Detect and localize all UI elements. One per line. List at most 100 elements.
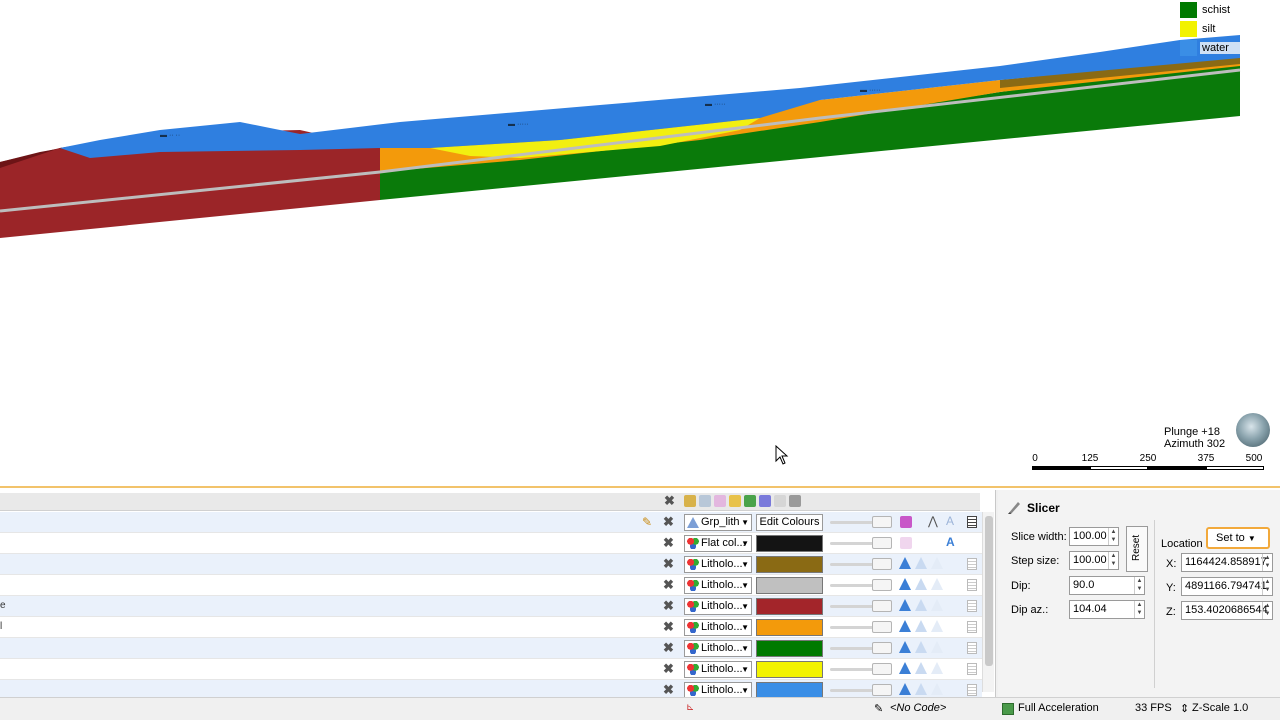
view-globe-icon[interactable] — [1236, 413, 1270, 447]
pencil-icon[interactable]: ✎ — [642, 515, 652, 529]
properties-icon[interactable] — [967, 600, 977, 612]
colour-mode-dropdown[interactable]: Litholo... ▼ — [684, 556, 752, 573]
opacity-slider[interactable] — [830, 516, 892, 528]
x-input[interactable]: 1164424.858917 ▲ ▼ — [1181, 553, 1273, 572]
label-icon[interactable]: A — [946, 514, 954, 528]
points-icon[interactable] — [931, 578, 943, 590]
spinner-arrows[interactable]: ▲ ▼ — [1134, 577, 1144, 594]
surface-icon[interactable] — [899, 557, 911, 569]
colour-swatch[interactable] — [756, 598, 823, 615]
slider-knob[interactable] — [872, 642, 892, 654]
colour-swatch[interactable] — [756, 535, 823, 552]
code-status[interactable]: <No Code> — [890, 702, 946, 714]
points-icon[interactable] — [931, 557, 943, 569]
surface-icon[interactable] — [899, 620, 911, 632]
spinner-arrows[interactable]: ▲ ▼ — [1262, 602, 1272, 619]
colour-swatch[interactable] — [756, 619, 823, 636]
slider-knob[interactable] — [872, 558, 892, 570]
z-input[interactable]: 153.4020686544 ▲ ▼ — [1181, 601, 1273, 620]
opacity-slider[interactable] — [830, 621, 892, 633]
layer-row[interactable]: l ✖ Litholo... ▼ — [0, 617, 982, 638]
colour-swatch[interactable] — [756, 640, 823, 657]
slider-knob[interactable] — [872, 579, 892, 591]
mesh-icon[interactable] — [915, 578, 927, 590]
toolbar-icon-7[interactable] — [774, 495, 786, 507]
spinner-arrows[interactable]: ▲ ▼ — [1108, 528, 1118, 545]
properties-icon[interactable] — [967, 558, 977, 570]
surface-icon[interactable] — [899, 662, 911, 674]
zscale-icon[interactable]: ⇕ — [1180, 702, 1189, 715]
dip-input[interactable]: 90.0 ▲ ▼ — [1069, 576, 1145, 595]
toolbar-icon-2[interactable] — [699, 495, 711, 507]
points-icon[interactable] — [931, 620, 943, 632]
properties-icon[interactable] — [967, 684, 977, 696]
properties-icon[interactable] — [967, 516, 977, 528]
spinner-arrows[interactable]: ▲ ▼ — [1262, 578, 1272, 595]
properties-icon[interactable] — [967, 663, 977, 675]
reset-button[interactable]: Reset — [1126, 526, 1148, 572]
opacity-slider[interactable] — [830, 579, 892, 591]
colour-mode-dropdown[interactable]: Litholo... ▼ — [684, 640, 752, 657]
layer-row[interactable]: ✖ Litholo... ▼ — [0, 554, 982, 575]
step-size-input[interactable]: 100.00 ▲ ▼ — [1069, 551, 1119, 570]
remove-layer-icon[interactable]: ✖ — [663, 661, 674, 677]
slider-knob[interactable] — [872, 684, 892, 696]
opacity-slider[interactable] — [830, 642, 892, 654]
toolbar-icon-8[interactable] — [789, 495, 801, 507]
slider-knob[interactable] — [872, 600, 892, 612]
colour-swatch[interactable] — [756, 661, 823, 678]
surface-icon[interactable] — [899, 599, 911, 611]
layer-row[interactable]: ✖ Litholo... ▼ — [0, 638, 982, 659]
scene-viewport[interactable]: ▬ ·· ·· ▬ ····· ▬ ····· ▬ ····· schist s… — [0, 0, 1280, 488]
points-icon[interactable] — [931, 641, 943, 653]
surface-icon[interactable] — [899, 683, 911, 695]
slider-knob[interactable] — [872, 621, 892, 633]
layer-row[interactable]: ✖ Litholo... ▼ — [0, 659, 982, 680]
surface-icon[interactable] — [899, 641, 911, 653]
surface-icon[interactable] — [899, 578, 911, 590]
colour-swatch[interactable] — [756, 577, 823, 594]
shader-icon[interactable] — [900, 537, 912, 549]
slider-knob[interactable] — [872, 537, 892, 549]
opacity-slider[interactable] — [830, 558, 892, 570]
slice-width-input[interactable]: 100.00 ▲ ▼ — [1069, 527, 1119, 546]
acceleration-status[interactable]: Full Acceleration — [1018, 702, 1099, 714]
layer-row[interactable]: ✎ ✖ Grp_lith ▼ Edit Colours ⋀ A — [0, 512, 982, 533]
spinner-arrows[interactable]: ▲ ▼ — [1134, 601, 1144, 618]
toolbar-icon-1[interactable] — [684, 495, 696, 507]
properties-icon[interactable] — [967, 579, 977, 591]
contour-icon[interactable]: ⋀ — [928, 514, 938, 528]
remove-layer-icon[interactable]: ✖ — [663, 577, 674, 593]
layer-row[interactable]: ✖ Litholo... ▼ — [0, 575, 982, 596]
colour-mode-dropdown[interactable]: Litholo... ▼ — [684, 661, 752, 678]
opacity-slider[interactable] — [830, 600, 892, 612]
toolbar-icon-4[interactable] — [729, 495, 741, 507]
opacity-slider[interactable] — [830, 537, 892, 549]
colour-mode-dropdown[interactable]: Litholo... ▼ — [684, 598, 752, 615]
points-icon[interactable] — [931, 683, 943, 695]
remove-layer-icon[interactable]: ✖ — [663, 619, 674, 635]
shader-icon[interactable] — [900, 516, 912, 528]
layer-row[interactable]: ✖ Flat col... ▼ A — [0, 533, 982, 554]
mesh-icon[interactable] — [915, 662, 927, 674]
spinner-arrows[interactable]: ▲ ▼ — [1262, 554, 1272, 571]
y-input[interactable]: 4891166.794741 ▲ ▼ — [1181, 577, 1273, 596]
remove-layer-icon[interactable]: ✖ — [663, 556, 674, 572]
layer-list-scrollbar[interactable] — [982, 512, 994, 692]
colour-mode-dropdown[interactable]: Litholo... ▼ — [684, 577, 752, 594]
toolbar-icon-3[interactable] — [714, 495, 726, 507]
colour-mode-dropdown[interactable]: Grp_lith ▼ — [684, 514, 752, 531]
scrollbar-thumb[interactable] — [985, 516, 993, 666]
zscale-readout[interactable]: Z-Scale 1.0 — [1192, 702, 1248, 714]
opacity-slider[interactable] — [830, 663, 892, 675]
properties-icon[interactable] — [967, 642, 977, 654]
colour-mode-dropdown[interactable]: Litholo... ▼ — [684, 619, 752, 636]
remove-layer-icon[interactable]: ✖ — [663, 682, 674, 698]
slider-knob[interactable] — [872, 516, 892, 528]
code-icon[interactable]: ✎ — [874, 702, 883, 715]
label-icon[interactable]: A — [946, 535, 955, 549]
mesh-icon[interactable] — [915, 683, 927, 695]
slider-knob[interactable] — [872, 663, 892, 675]
mesh-icon[interactable] — [915, 641, 927, 653]
colour-swatch[interactable] — [756, 556, 823, 573]
